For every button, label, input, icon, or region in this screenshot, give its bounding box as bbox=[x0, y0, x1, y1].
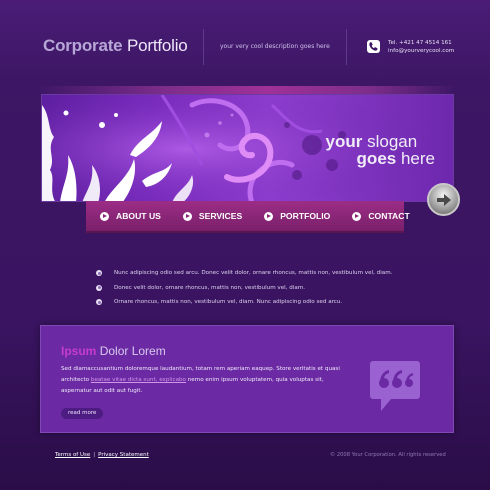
arrow-right-icon bbox=[436, 193, 451, 206]
footer-divider: | bbox=[93, 452, 96, 458]
banner-next-button[interactable] bbox=[427, 183, 460, 216]
list-item: Donec velit dolor, ornare rhoncus, matti… bbox=[96, 281, 392, 296]
panel-title-highlight: Ipsum bbox=[61, 344, 97, 358]
panel-text-line2-pre: architecto bbox=[61, 377, 91, 383]
nav-item-contact[interactable]: CONTACT bbox=[352, 211, 410, 221]
main-nav: ABOUT US SERVICES PORTFOLIO CONTACT bbox=[86, 201, 410, 233]
panel-inline-link[interactable]: beatae vitae dicta sunt, explicabo bbox=[91, 377, 186, 383]
contact-info: Tel. +421 47 4514 161 info@yourverycool.… bbox=[388, 39, 454, 55]
copyright: © 2008 Your Corporation. All rights rese… bbox=[330, 452, 446, 458]
site-description: your very cool description goes here bbox=[220, 43, 330, 50]
nav-item-portfolio[interactable]: PORTFOLIO bbox=[264, 211, 330, 221]
nav-label: CONTACT bbox=[368, 211, 410, 221]
header-divider-left bbox=[203, 29, 204, 65]
banner: your slogan goes here bbox=[41, 94, 454, 202]
nav-item-services[interactable]: SERVICES bbox=[182, 211, 243, 221]
slogan-line2-bold: goes bbox=[356, 149, 397, 168]
header-divider-right bbox=[346, 29, 347, 65]
footer-links: Terms of Use | Privacy Statement bbox=[55, 452, 149, 458]
bullet-text: Nunc adipiscing odio sed arcu. Donec vel… bbox=[114, 270, 393, 277]
panel-text-line1: Sed diamaccusantium doloremque laudantiu… bbox=[61, 366, 340, 372]
read-more-button[interactable]: read more bbox=[61, 408, 104, 419]
bullet-icon bbox=[96, 299, 102, 306]
nav-arrow-icon bbox=[264, 211, 274, 221]
banner-slogan: your slogan goes here bbox=[326, 133, 435, 167]
nav-item-about-us[interactable]: ABOUT US bbox=[100, 211, 161, 221]
nav-label: PORTFOLIO bbox=[280, 211, 331, 221]
email-address[interactable]: info@yourverycool.com bbox=[388, 47, 454, 55]
privacy-link[interactable]: Privacy Statement bbox=[98, 452, 149, 458]
panel-text-line3: aspernatur aut odit aut fugit. bbox=[61, 388, 143, 394]
list-item: Ornare rhoncus, mattis non, vestibulum v… bbox=[96, 295, 392, 310]
terms-link[interactable]: Terms of Use bbox=[55, 452, 90, 458]
nav-arrow-icon bbox=[182, 211, 192, 221]
speech-bubble-quote-icon bbox=[370, 361, 420, 411]
nav-label: SERVICES bbox=[198, 211, 243, 221]
phone-number: Tel. +421 47 4514 161 bbox=[388, 40, 452, 46]
logo-part2: Portfolio bbox=[126, 36, 188, 55]
phone-icon bbox=[367, 40, 380, 53]
panel-title-rest: Dolor Lorem bbox=[99, 344, 166, 358]
bullet-list: Nunc adipiscing odio sed arcu. Donec vel… bbox=[96, 266, 392, 310]
nav-arrow-icon bbox=[352, 211, 362, 221]
panel-text: Sed diamaccusantium doloremque laudantiu… bbox=[61, 364, 361, 397]
logo-part1: Corporate bbox=[43, 36, 123, 55]
panel-title: Ipsum Dolor Lorem bbox=[61, 344, 166, 358]
nav-label: ABOUT US bbox=[116, 211, 161, 221]
bullet-icon bbox=[96, 270, 102, 277]
nav-arrow-icon bbox=[100, 211, 109, 221]
bullet-icon bbox=[96, 284, 102, 291]
slogan-line2-rest: here bbox=[400, 149, 435, 168]
list-item: Nunc adipiscing odio sed arcu. Donec vel… bbox=[96, 266, 392, 281]
bullet-text: Ornare rhoncus, mattis non, vestibulum v… bbox=[114, 299, 343, 306]
content-panel: Ipsum Dolor Lorem Sed diamaccusantium do… bbox=[40, 325, 454, 433]
bullet-text: Donec velit dolor, ornare rhoncus, matti… bbox=[114, 284, 306, 291]
panel-text-line2-post: nemo enim ipsum voluptatem, quia volupta… bbox=[185, 377, 324, 383]
logo[interactable]: Corporate Portfolio bbox=[43, 36, 188, 56]
